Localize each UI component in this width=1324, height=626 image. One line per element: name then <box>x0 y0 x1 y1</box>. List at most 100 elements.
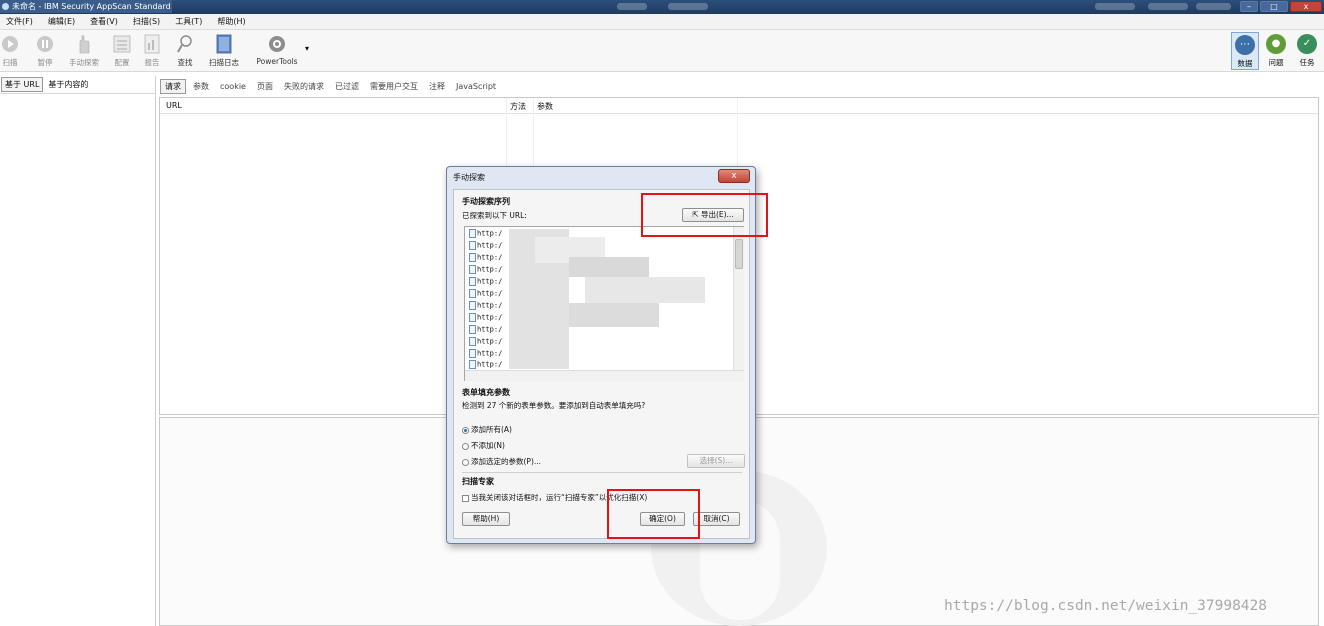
column-params[interactable]: 参数 <box>537 101 553 112</box>
tasks-view-button[interactable]: ✓ 任务 <box>1293 32 1321 70</box>
menu-scan[interactable]: 扫描(S) <box>133 16 160 27</box>
help-button[interactable]: 帮助(H) <box>462 512 510 526</box>
scan-log-button[interactable]: 扫描日志 <box>205 33 243 68</box>
radio-add-none[interactable]: 不添加(N) <box>462 440 505 451</box>
list-item[interactable]: http:/ <box>469 349 502 358</box>
url-text: http:/ <box>477 325 503 334</box>
page-icon <box>469 277 476 286</box>
menu-bar: 文件(F) 编辑(E) 查看(V) 扫描(S) 工具(T) 帮助(H) <box>0 14 1324 30</box>
url-text: http:/ <box>477 253 503 262</box>
page-icon <box>469 337 476 346</box>
list-item[interactable]: http:/ <box>469 360 502 369</box>
config-label: 配置 <box>114 58 130 67</box>
page-icon <box>469 313 476 322</box>
tab-cookie[interactable]: cookie <box>216 81 250 92</box>
tab-by-url[interactable]: 基于 URL <box>1 77 44 92</box>
url-text: http:/ <box>477 337 503 346</box>
close-window-button[interactable]: x <box>1290 1 1322 12</box>
sequence-description: 已探索到以下 URL: <box>462 211 527 220</box>
menu-help[interactable]: 帮助(H) <box>217 16 245 27</box>
menu-view[interactable]: 查看(V) <box>90 16 118 27</box>
column-url[interactable]: URL <box>166 101 182 110</box>
page-icon <box>469 360 476 369</box>
list-item[interactable]: http:/ <box>469 277 502 286</box>
radio-dot <box>462 458 469 466</box>
column-method[interactable]: 方法 <box>510 101 526 112</box>
radio-add-selected-label: 添加选定的参数(P)... <box>471 457 542 466</box>
powertools-button[interactable]: PowerTools <box>251 33 303 66</box>
taskbar-blur <box>1095 3 1135 10</box>
list-item[interactable]: http:/ <box>469 337 502 346</box>
tab-by-content[interactable]: 基于内容的 <box>45 78 91 91</box>
window-title-tab: 未命名 - IBM Security AppScan Standard <box>0 0 172 13</box>
title-bar: 未命名 - IBM Security AppScan Standard – □ … <box>0 0 1324 14</box>
dialog-close-button[interactable]: x <box>718 169 750 183</box>
radio-add-none-label: 不添加(N) <box>471 441 505 450</box>
find-button[interactable]: 查找 <box>174 33 196 68</box>
dialog-body: 手动探索序列 已探索到以下 URL: ⇱ 导出(E)... http:/ htt… <box>453 189 750 539</box>
list-item[interactable]: http:/ <box>469 301 502 310</box>
list-item[interactable]: http:/ <box>469 241 502 250</box>
page-icon <box>469 229 476 238</box>
tab-javascript[interactable]: JavaScript <box>452 81 500 92</box>
form-params-header: 表单填充参数 <box>462 388 510 397</box>
url-list-vertical-scrollbar[interactable] <box>733 227 744 370</box>
list-item[interactable]: http:/ <box>469 229 502 238</box>
radio-add-selected[interactable]: 添加选定的参数(P)... <box>462 456 541 467</box>
menu-edit[interactable]: 编辑(E) <box>48 16 75 27</box>
tab-comments[interactable]: 注释 <box>425 80 449 93</box>
taskbar-blur <box>1196 3 1231 10</box>
url-list[interactable]: http:/ http:/ http:/ http:/ http:/ http:… <box>464 226 744 381</box>
check-icon: ✓ <box>1297 34 1317 54</box>
tab-requests[interactable]: 请求 <box>160 78 186 94</box>
find-label: 查找 <box>177 58 193 67</box>
manual-explore-button[interactable]: 手动探索 <box>66 33 102 68</box>
url-text: http:/ <box>477 265 503 274</box>
redacted-region <box>569 303 659 327</box>
issues-view-button[interactable]: ● 问题 <box>1262 32 1290 70</box>
scan-button[interactable]: 扫描 <box>0 33 20 68</box>
config-button[interactable]: 配置 <box>111 33 133 68</box>
data-view-button[interactable]: ⋯ 数据 <box>1231 32 1259 70</box>
pause-icon <box>37 36 53 52</box>
tab-filtered[interactable]: 已过滤 <box>331 80 363 93</box>
page-icon <box>469 241 476 250</box>
tab-params[interactable]: 参数 <box>189 80 213 93</box>
tab-user-interaction[interactable]: 需要用户交互 <box>366 80 422 93</box>
tasks-view-label: 任务 <box>1299 58 1315 67</box>
pause-button[interactable]: 暂停 <box>33 33 57 68</box>
hand-icon <box>79 35 90 54</box>
left-tabs: 基于 URL 基于内容的 <box>0 76 155 94</box>
pause-label: 暂停 <box>37 58 53 67</box>
scrollbar-thumb[interactable] <box>735 239 743 269</box>
url-text: http:/ <box>477 277 503 286</box>
radio-add-all[interactable]: 添加所有(A) <box>462 424 512 435</box>
list-item[interactable]: http:/ <box>469 253 502 262</box>
scan-log-label: 扫描日志 <box>209 58 239 67</box>
cancel-button[interactable]: 取消(C) <box>693 512 740 526</box>
list-item[interactable]: http:/ <box>469 289 502 298</box>
redacted-region <box>569 257 649 277</box>
menu-tools[interactable]: 工具(T) <box>175 16 202 27</box>
minimize-button[interactable]: – <box>1240 1 1258 12</box>
list-item[interactable]: http:/ <box>469 313 502 322</box>
report-button[interactable]: 报告 <box>141 33 163 68</box>
config-icon <box>113 35 131 53</box>
chevron-down-icon[interactable]: ▾ <box>305 44 309 53</box>
list-item[interactable]: http:/ <box>469 265 502 274</box>
sequence-header: 手动探索序列 <box>462 197 510 206</box>
window-title: 未命名 - IBM Security AppScan Standard <box>12 2 171 11</box>
select-params-button[interactable]: 选择(S)... <box>687 454 745 468</box>
page-icon <box>469 301 476 310</box>
url-list-horizontal-scrollbar[interactable] <box>465 370 744 381</box>
taskbar-blur <box>668 3 708 10</box>
tab-failed-requests[interactable]: 失败的请求 <box>280 80 328 93</box>
url-text: http:/ <box>477 313 503 322</box>
maximize-button[interactable]: □ <box>1260 1 1288 12</box>
page-icon <box>469 289 476 298</box>
tab-pages[interactable]: 页面 <box>253 80 277 93</box>
radio-dot <box>462 426 469 434</box>
menu-file[interactable]: 文件(F) <box>6 16 33 27</box>
list-item[interactable]: http:/ <box>469 325 502 334</box>
play-icon <box>2 36 18 52</box>
